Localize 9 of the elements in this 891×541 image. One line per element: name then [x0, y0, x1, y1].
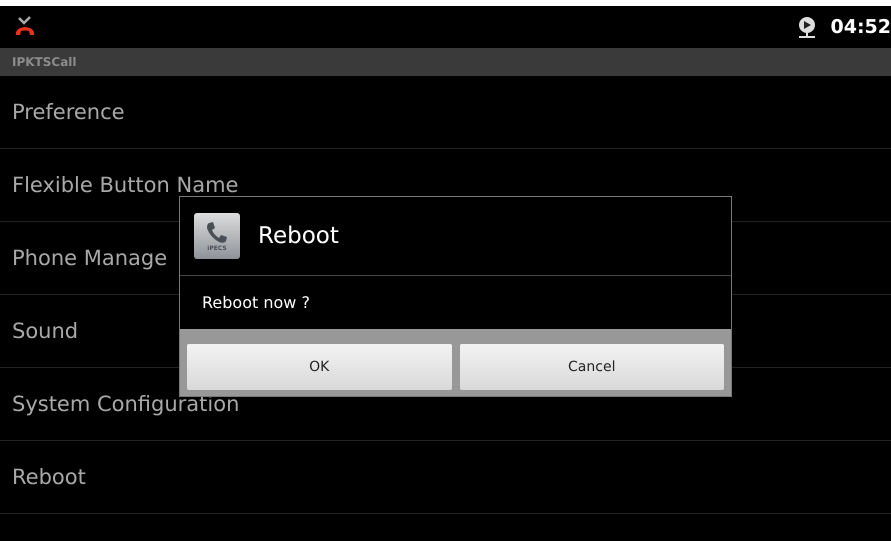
- dialog-button[interactable]: OK: [187, 344, 452, 390]
- menu-item[interactable]: Preference: [0, 76, 891, 149]
- menu-item[interactable]: Reboot: [0, 441, 891, 514]
- app-title: IPKTSCall: [12, 55, 77, 69]
- missed-call-icon: [14, 16, 36, 38]
- dialog-message: Reboot now ?: [202, 293, 310, 312]
- clock-time: 04:52: [830, 16, 891, 38]
- dialog-title: Reboot: [258, 223, 339, 249]
- dialog-button[interactable]: Cancel: [460, 344, 724, 390]
